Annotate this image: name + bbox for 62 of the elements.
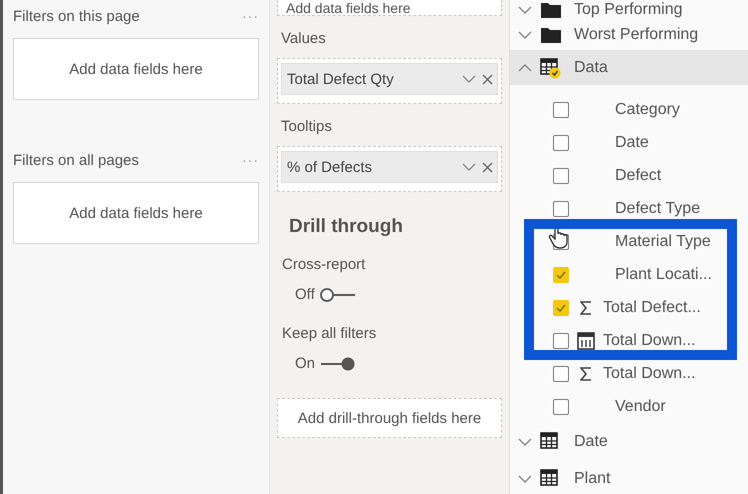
field-checkbox[interactable] — [553, 366, 569, 382]
toggle-label: Cross-report — [282, 256, 366, 274]
folder-name: Top Performing — [574, 1, 682, 19]
chevron-down-icon[interactable] — [518, 30, 532, 40]
well-label: Values — [281, 30, 327, 48]
well-label: Tooltips — [281, 118, 333, 136]
toggle-label: Keep all filters — [282, 325, 378, 343]
folder-icon — [540, 26, 562, 44]
field-checkbox[interactable] — [553, 332, 569, 348]
field-name: Defect — [615, 166, 662, 184]
field-well[interactable]: % of Defects — [277, 146, 502, 192]
table-name: Plant — [574, 470, 610, 488]
filter-drop-zone[interactable]: Add data fields here — [13, 182, 259, 244]
table-name: Data — [574, 58, 608, 76]
field-name: Total Defect... — [603, 298, 701, 316]
close-icon[interactable] — [482, 162, 493, 172]
table-row[interactable]: Date — [510, 423, 748, 460]
folder-name: Worst Performing — [574, 26, 698, 44]
sigma-icon — [580, 300, 592, 314]
sigma-icon — [580, 366, 592, 380]
field-name: Category — [615, 100, 680, 118]
field-name: Total Down... — [603, 332, 696, 350]
chevron-down-icon[interactable] — [518, 436, 532, 446]
folder-row[interactable]: Worst Performing — [510, 20, 748, 50]
field-name: Date — [615, 134, 649, 152]
field-checkbox[interactable] — [553, 200, 569, 216]
field-chip[interactable]: Total Defect Qty — [281, 63, 498, 95]
field-name: Total Down... — [603, 364, 696, 382]
table-row[interactable]: Data — [510, 50, 748, 85]
table-name: Date — [574, 432, 608, 450]
chevron-down-icon[interactable] — [518, 5, 532, 15]
folder-icon — [540, 1, 562, 19]
checkmark-icon — [556, 270, 566, 278]
toggle-switch[interactable]: On — [295, 355, 358, 372]
filter-drop-zone[interactable]: Add data fields here — [13, 38, 259, 100]
table-row[interactable]: Plant — [510, 460, 748, 494]
field-name: Plant Locati... — [615, 266, 712, 284]
chevron-up-icon[interactable] — [518, 62, 532, 72]
field-well[interactable]: Total Defect Qty — [277, 58, 502, 104]
field-name: Vendor — [615, 398, 666, 416]
toggle-switch[interactable]: Off — [295, 286, 357, 303]
field-drop-zone[interactable]: Add data fields here — [277, 0, 502, 16]
chevron-down-icon[interactable] — [462, 162, 476, 172]
checkmark-icon — [556, 304, 566, 312]
calculator-icon — [577, 332, 595, 350]
field-checkbox[interactable] — [553, 102, 569, 118]
field-checkbox[interactable] — [553, 134, 569, 150]
section-heading: Drill through — [289, 216, 404, 238]
section-title: Filters on this page — [13, 8, 140, 24]
folder-row[interactable]: Top Performing — [510, 0, 748, 20]
field-checkbox[interactable] — [553, 398, 569, 414]
field-checkbox[interactable] — [553, 168, 569, 184]
field-chip[interactable]: % of Defects — [281, 151, 498, 183]
drill-through-drop-zone[interactable]: Add drill-through fields here — [277, 398, 502, 438]
section-title: Filters on all pages — [13, 152, 139, 168]
field-name: Material Type — [615, 232, 711, 250]
chevron-down-icon[interactable] — [462, 74, 476, 84]
field-checkbox[interactable] — [553, 266, 569, 282]
field-checkbox[interactable] — [553, 300, 569, 316]
chevron-down-icon[interactable] — [518, 474, 532, 484]
field-name: Defect Type — [615, 200, 700, 218]
close-icon[interactable] — [482, 74, 493, 84]
